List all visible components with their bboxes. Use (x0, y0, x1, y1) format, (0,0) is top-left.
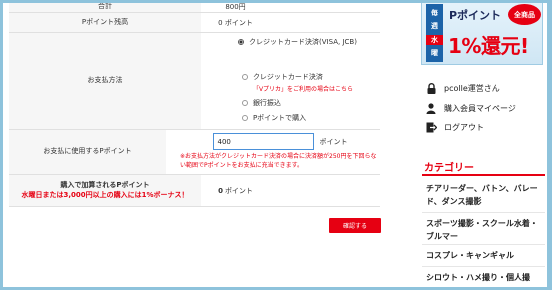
category-item[interactable]: スポーツ撮影・スクール水着・ブルマー (422, 213, 545, 245)
category-heading: カテゴリー (422, 158, 545, 176)
earned-points-row: 購入で加算されるPポイント 水曜日または3,000円以上の購入には1%ボーナス！… (9, 175, 380, 207)
sidebar-link-label: 購入会員マイページ (444, 104, 516, 113)
order-form-table: 合計 800円 Pポイント残高 0 ポイント お支払方法 クレジットカード決済(… (9, 0, 380, 207)
payment-option-label: クレジットカード決済 (252, 73, 323, 81)
payment-option-points[interactable]: Pポイントで購入 (241, 113, 353, 123)
earned-points-label: 購入で加算されるPポイント 水曜日または3,000円以上の購入には1%ボーナス！ (9, 175, 201, 206)
earned-points-unit: ポイント (224, 186, 253, 195)
points-input[interactable]: 400 (212, 133, 314, 151)
sidebar-link-mypage[interactable]: 購入会員マイページ (425, 103, 516, 114)
radio-checked-icon[interactable] (238, 39, 245, 45)
balance-row: Pポイント残高 0 ポイント (9, 13, 380, 33)
total-value: 800円 (225, 2, 246, 11)
banner-week-char: 水 (426, 34, 443, 45)
total-label: 合計 (9, 1, 201, 12)
payment-option-credit-visa-jcb[interactable]: クレジットカード決済(VISA, JCB) (238, 37, 357, 47)
category-item[interactable]: シロウト・ハメ撮り・個人撮 (422, 267, 545, 289)
banner-badge: 全商品 (508, 4, 541, 25)
banner-week-char: 週 (431, 22, 438, 31)
sidebar-link-account[interactable]: pcolle運営さん (425, 83, 500, 94)
use-points-cell: 400 ポイント ※お支払方法がクレジットカード決済の場合に決済額が250円を下… (166, 130, 380, 174)
confirm-button[interactable]: 確認する (329, 218, 381, 233)
banner-week-char: 曜 (431, 49, 438, 58)
category-list: チアリーダー、バトン、バレード、ダンス撮影 スポーツ撮影・スクール水着・ブルマー… (422, 178, 545, 289)
balance-value: 0 ポイント (218, 18, 253, 27)
payment-option-label: クレジットカード決済(VISA, JCB) (249, 38, 357, 46)
radio-icon[interactable] (241, 100, 248, 106)
radio-icon[interactable] (241, 115, 248, 121)
payment-option-label: Pポイントで購入 (252, 114, 307, 122)
payment-option-group: クレジットカード決済 「Vプリカ」をご利用の場合はこちら 銀行振込 Pポイントで… (241, 72, 353, 123)
points-unit: ポイント (319, 137, 348, 146)
user-icon (425, 103, 437, 114)
sidebar-link-label: pcolle運営さん (444, 84, 500, 93)
payment-method-row: お支払方法 クレジットカード決済(VISA, JCB) クレジットカード決済 「… (9, 33, 380, 130)
points-note: ※お支払方法がクレジットカード決済の場合に決済額が250円を下回らない範囲でPポ… (180, 153, 377, 169)
points-input-row: 400 ポイント (212, 133, 348, 151)
vpreca-link[interactable]: 「Vプリカ」をご利用の場合はこちら (253, 84, 353, 93)
balance-label: Pポイント残高 (9, 13, 201, 32)
banner-week-label: 毎 週 水 曜 (426, 4, 443, 62)
earned-points-title: 購入で加算されるPポイント (60, 181, 150, 190)
total-row: 合計 800円 (9, 1, 380, 13)
earned-points-value: 0 ポイント (201, 175, 380, 206)
bonus-note: 水曜日または3,000円以上の購入には1%ボーナス！ (21, 190, 189, 199)
payment-option-credit[interactable]: クレジットカード決済 (241, 72, 353, 82)
sidebar-link-label: ログアウト (444, 123, 484, 132)
use-points-label: お支払に使用するPポイント (9, 130, 166, 174)
earned-points-number: 0 (218, 186, 223, 195)
category-item[interactable]: コスプレ・キャンギャル (422, 245, 545, 267)
sidebar-link-logout[interactable]: ログアウト (425, 122, 484, 133)
category-item[interactable]: チアリーダー、バトン、バレード、ダンス撮影 (422, 178, 545, 213)
payment-option-label: 銀行振込 (252, 99, 281, 107)
banner-headline: 1%還元! (448, 34, 529, 58)
radio-icon[interactable] (241, 74, 248, 80)
payment-option-bank-transfer[interactable]: 銀行振込 (241, 98, 353, 108)
banner-week-char: 毎 (431, 8, 438, 17)
weekly-points-banner[interactable]: 毎 週 水 曜 Pポイント 全商品 1%還元! (421, 0, 543, 65)
payment-method-label: お支払方法 (9, 33, 201, 129)
logout-icon (425, 122, 437, 133)
payment-options: クレジットカード決済(VISA, JCB) クレジットカード決済 「Vプリカ」を… (201, 33, 380, 129)
lock-icon (425, 83, 437, 94)
banner-title: Pポイント (449, 9, 502, 22)
use-points-row: お支払に使用するPポイント 400 ポイント ※お支払方法がクレジットカード決済… (9, 130, 380, 175)
